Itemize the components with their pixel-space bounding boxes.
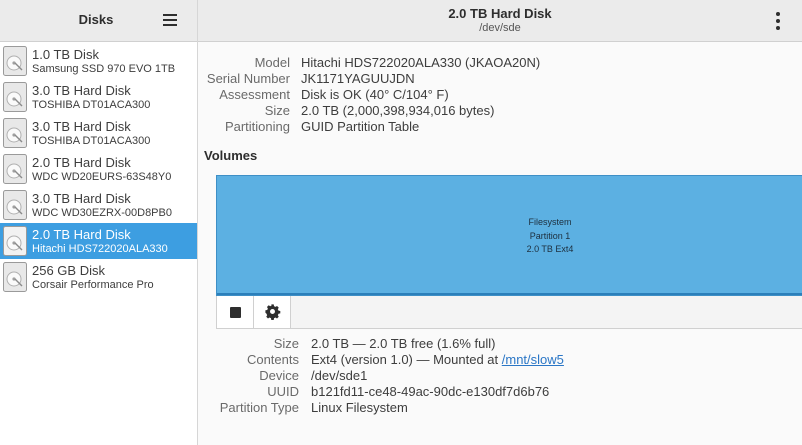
disk-item[interactable]: 3.0 TB Hard Disk TOSHIBA DT01ACA300 bbox=[0, 79, 197, 115]
partitioning-label: Partitioning bbox=[224, 119, 290, 134]
disk-name: 2.0 TB Hard Disk bbox=[32, 227, 131, 242]
disk-item-selected[interactable]: 2.0 TB Hard Disk Hitachi HDS722020ALA330 bbox=[0, 223, 197, 259]
uuid-label: UUID bbox=[267, 384, 299, 399]
mount-point-link[interactable]: /mnt/slow5 bbox=[502, 352, 564, 367]
model-value: Hitachi HDS722020ALA330 (JKAOA20N) bbox=[301, 55, 541, 70]
disk-name: 256 GB Disk bbox=[32, 263, 105, 278]
uuid-value: b121fd11-ce48-49ac-90dc-e130df7d6b76 bbox=[311, 384, 550, 399]
contents-value: Ext4 (version 1.0) — Mounted at /mnt/slo… bbox=[311, 352, 564, 367]
disk-model: Samsung SSD 970 EVO 1TB bbox=[32, 63, 176, 75]
partition-size-label: Size bbox=[273, 336, 299, 351]
hard-disk-icon bbox=[3, 82, 27, 112]
disk-model: Corsair Performance Pro bbox=[32, 279, 154, 291]
sidebar-header: Disks bbox=[0, 0, 197, 42]
serial-label: Serial Number bbox=[206, 71, 290, 86]
disk-list: 1.0 TB Disk Samsung SSD 970 EVO 1TB 3.0 … bbox=[0, 43, 197, 295]
hard-disk-icon bbox=[3, 46, 27, 76]
partition-size-value: 2.0 TB — 2.0 TB free (1.6% full) bbox=[311, 336, 496, 351]
partition-settings-button[interactable] bbox=[254, 296, 291, 328]
model-label: Model bbox=[254, 55, 290, 70]
disks-sidebar: Disks 1.0 TB Disk Samsung SSD 970 EVO 1T… bbox=[0, 0, 198, 445]
partition-edge bbox=[217, 293, 802, 295]
gear-icon bbox=[265, 304, 281, 320]
disk-model: Hitachi HDS722020ALA330 bbox=[32, 243, 168, 255]
disk-model: WDC WD20EURS-63S48Y0 bbox=[32, 171, 172, 183]
hard-disk-icon bbox=[3, 226, 27, 256]
hamburger-menu-icon[interactable] bbox=[163, 13, 179, 27]
device-value: /dev/sde1 bbox=[311, 368, 368, 383]
contents-text: Ext4 (version 1.0) — Mounted at bbox=[311, 352, 502, 367]
volume-toolbar bbox=[216, 296, 802, 329]
stop-button[interactable] bbox=[217, 296, 254, 328]
partition-type-text: Filesystem bbox=[528, 217, 572, 227]
hard-disk-icon bbox=[3, 262, 27, 292]
stop-icon bbox=[230, 307, 241, 318]
disk-model: TOSHIBA DT01ACA300 bbox=[32, 135, 151, 147]
partition-size-text: 2.0 TB Ext4 bbox=[526, 244, 574, 254]
assessment-value: Disk is OK (40° C/104° F) bbox=[301, 87, 449, 102]
disk-item[interactable]: 2.0 TB Hard Disk WDC WD20EURS-63S48Y0 bbox=[0, 151, 197, 187]
page-title: 2.0 TB Hard Disk bbox=[448, 6, 552, 21]
kebab-menu-icon[interactable] bbox=[775, 12, 781, 30]
hard-disk-icon bbox=[3, 190, 27, 220]
disk-name: 3.0 TB Hard Disk bbox=[32, 83, 131, 98]
partitioning-value: GUID Partition Table bbox=[301, 119, 420, 134]
size-label: Size bbox=[264, 103, 290, 118]
size-value: 2.0 TB (2,000,398,934,016 bytes) bbox=[301, 103, 495, 118]
disk-item[interactable]: 3.0 TB Hard Disk TOSHIBA DT01ACA300 bbox=[0, 115, 197, 151]
hard-disk-icon bbox=[3, 118, 27, 148]
assessment-label: Assessment bbox=[219, 87, 290, 102]
disk-item[interactable]: 3.0 TB Hard Disk WDC WD30EZRX-00D8PB0 bbox=[0, 187, 197, 223]
device-label: Device bbox=[259, 368, 299, 383]
hard-disk-icon bbox=[3, 154, 27, 184]
disk-name: 3.0 TB Hard Disk bbox=[32, 119, 131, 134]
disk-name: 2.0 TB Hard Disk bbox=[32, 155, 131, 170]
serial-value: JK1171YAGUUJDN bbox=[301, 71, 415, 86]
disk-name: 1.0 TB Disk bbox=[32, 47, 99, 62]
partition-type-label: Partition Type bbox=[219, 400, 299, 415]
partition-name-text: Partition 1 bbox=[529, 231, 571, 241]
volumes-heading: Volumes bbox=[204, 148, 258, 163]
disk-item[interactable]: 256 GB Disk Corsair Performance Pro bbox=[0, 259, 197, 295]
contents-label: Contents bbox=[246, 352, 299, 367]
partition-type-value: Linux Filesystem bbox=[311, 400, 408, 415]
disk-name: 3.0 TB Hard Disk bbox=[32, 191, 131, 206]
disk-model: TOSHIBA DT01ACA300 bbox=[32, 99, 151, 111]
disk-item[interactable]: 1.0 TB Disk Samsung SSD 970 EVO 1TB bbox=[0, 43, 197, 79]
disk-model: WDC WD30EZRX-00D8PB0 bbox=[32, 207, 172, 219]
main-header: 2.0 TB Hard Disk /dev/sde bbox=[198, 0, 802, 42]
page-subtitle: /dev/sde bbox=[479, 22, 521, 34]
